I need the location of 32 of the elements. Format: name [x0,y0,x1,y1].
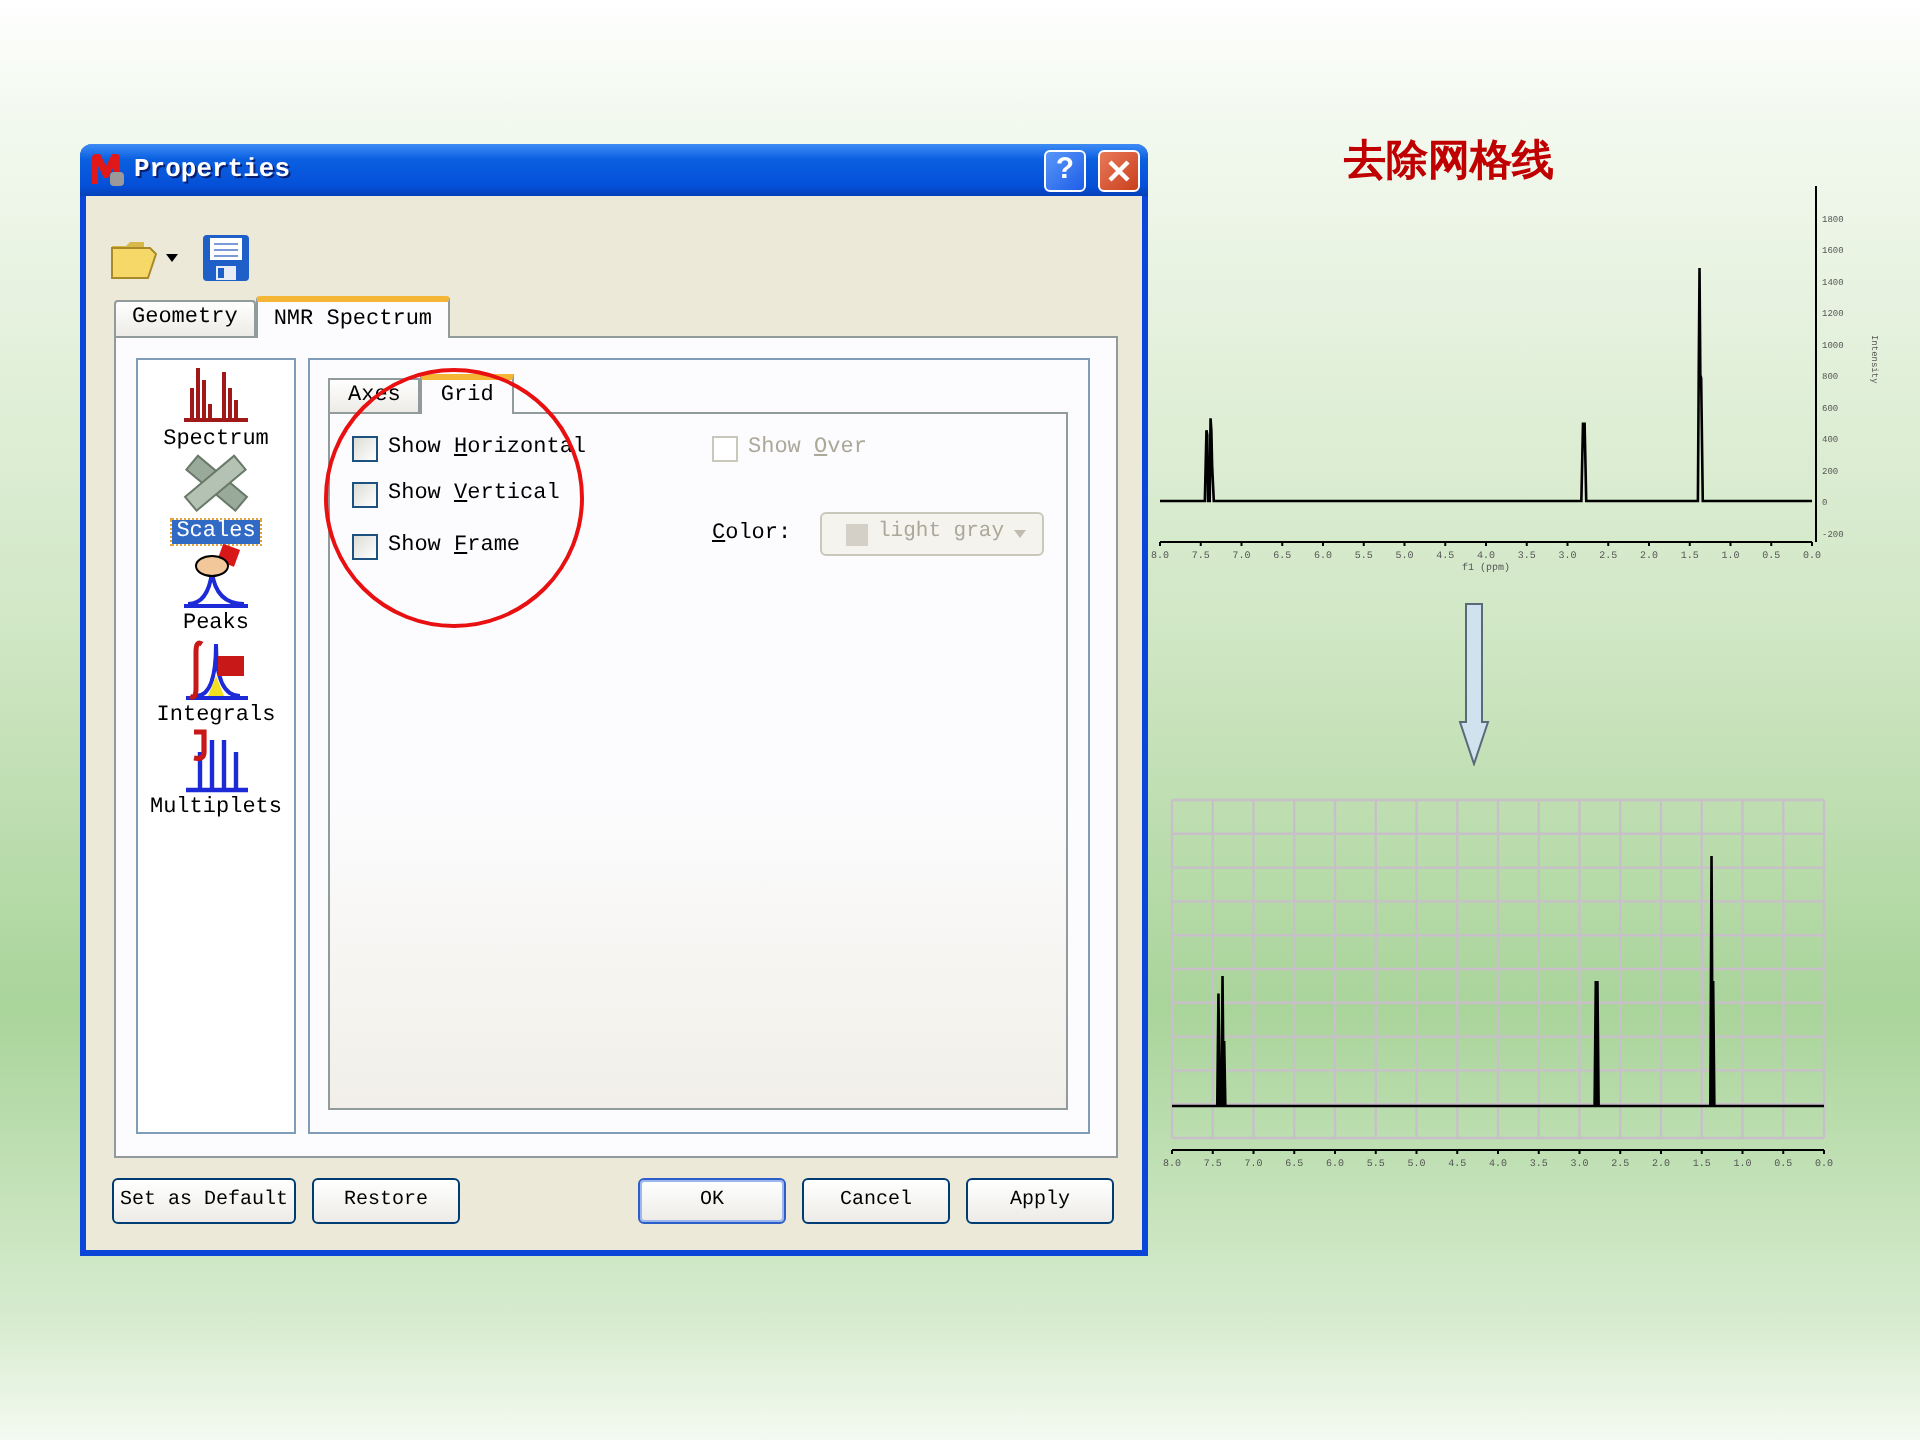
color-dropdown: light gray [820,512,1044,556]
checkbox-option[interactable]: Show Frame [352,532,712,560]
slide-title: 去除网格线 [1344,132,1556,188]
tab[interactable]: Grid [420,374,514,414]
down-arrow-icon [1458,601,1490,765]
save-button[interactable] [202,233,250,283]
help-button[interactable]: ? [1044,149,1086,191]
checkbox-option: Show Over [712,434,1044,462]
color-swatch [846,523,868,545]
category-item[interactable]: Peaks [178,544,253,636]
tab[interactable]: NMR Spectrum [255,296,451,338]
caret-icon [166,254,178,262]
peaks-icon [179,544,252,612]
category-item[interactable]: Multiplets [145,728,286,820]
dialog-button[interactable]: Set as Default [112,1178,296,1224]
category-item[interactable]: Integrals [152,636,280,728]
field-label: Color: [712,519,792,550]
checkbox-option[interactable]: Show Vertical [352,480,712,508]
dialog-button[interactable]: OK [638,1178,786,1224]
close-icon [1108,159,1130,181]
app-logo-icon [90,152,126,188]
open-button[interactable] [110,236,178,280]
close-button[interactable] [1098,149,1140,191]
category-item[interactable]: Scales [172,452,260,544]
folder-icon [110,236,158,280]
tab[interactable]: Geometry [114,300,256,336]
window-title: Properties [134,152,293,189]
category-item[interactable]: Spectrum [159,360,273,452]
dialog-button[interactable]: Cancel [802,1178,950,1224]
caret-icon [1014,530,1027,538]
dialog-button[interactable]: Apply [966,1178,1114,1224]
dialog-button[interactable]: Restore [312,1178,460,1224]
